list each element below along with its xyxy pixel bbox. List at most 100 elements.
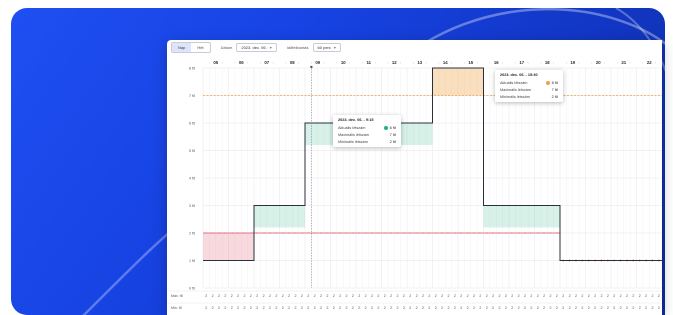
footer-min-value: 2 [518,306,520,310]
view-toggle: Nap Hét [171,42,211,53]
min-series-point [530,231,533,234]
actual-fill [279,205,305,228]
footer-min-value: 2 [588,306,590,310]
min-series-point [332,231,335,234]
tooltip-row-min: Minimális létszám 2 fő [500,95,558,99]
min-series-point [409,231,412,234]
footer-max-value: 2 [205,294,207,298]
min-series-point [485,231,488,234]
deco-arc-bottom [82,222,182,315]
footer-min-value: 2 [294,306,296,310]
y-tick-label: 6 fő [189,122,195,126]
hour-tick-label: 17 [519,60,524,65]
min-series-point [281,231,284,234]
min-series-point [243,231,246,234]
footer-max-value: 2 [396,294,398,298]
footer-min-value: 2 [581,306,583,310]
footer-max-value: 2 [588,294,590,298]
min-series-point [262,231,265,234]
hour-tick-label: 21 [621,60,626,65]
footer-max-value: 2 [422,294,424,298]
tooltip-label: Maximális létszám [500,88,532,92]
footer-max-value: 2 [358,294,360,298]
footer-min-value: 2 [250,306,252,310]
footer-max-value: 2 [467,294,469,298]
min-series-point [237,231,240,234]
view-week-tab[interactable]: Hét [191,43,209,52]
tooltip-value: 2 fő [551,95,558,99]
footer-max-value: 2 [224,294,226,298]
footer-max-value: 2 [556,294,558,298]
footer-max-value: 2 [569,294,571,298]
chevron-down-icon: ▾ [333,45,336,50]
footer-min-value: 2 [218,306,220,310]
footer-max-value: 2 [384,294,386,298]
resolution-dropdown[interactable]: 60 perc ▾ [312,43,341,52]
actual-fill [483,205,509,228]
min-series-point [511,231,514,234]
footer-max-value: 2 [626,294,628,298]
y-tick-label: 5 fő [189,149,195,153]
view-day-tab[interactable]: Nap [172,43,192,52]
footer-max-value: 2 [403,294,405,298]
footer-min-value: 2 [658,306,660,310]
footer-max-value: 2 [530,294,532,298]
min-series-point [345,231,348,234]
scheduling-app-window: Nap Hét Dátum 2023. dec. 06. ▾ Időfelbon… [167,40,662,315]
min-series-point [288,231,291,234]
min-series-point [390,231,393,234]
tooltip-value: 2 fő [389,140,396,144]
min-series-point [224,231,227,234]
footer-max-value: 2 [231,294,233,298]
footer-max-value: 2 [365,294,367,298]
footer-min-value: 2 [288,306,290,310]
footer-min-value: 2 [530,306,532,310]
tooltip-row-actual: Aktuális létszám 8 fő [500,81,558,85]
hour-tick-label: 09 [315,60,320,65]
footer-min-value: 2 [365,306,367,310]
footer-max-value: 2 [651,294,653,298]
over-max-fill [458,68,484,96]
footer-min-value: 2 [422,306,424,310]
footer-max-value: 2 [314,294,316,298]
footer-max-value: 2 [269,294,271,298]
footer-min-value: 2 [492,306,494,310]
y-tick-label: 8 fő [189,67,195,71]
tooltip-15-30: 2023. dec. 06. - 15:30 Aktuális létszám … [495,70,563,102]
hour-tick-label: 05 [213,60,218,65]
footer-min-value: 2 [600,306,602,310]
min-series-point [536,231,539,234]
min-series-point [351,231,354,234]
date-dropdown[interactable]: 2023. dec. 06. ▾ [236,43,277,52]
footer-min-value: 2 [467,306,469,310]
tooltip-title: 2023. dec. 06. - 9:15 [338,118,374,122]
footer-max-value: 2 [594,294,596,298]
y-tick-label: 3 fő [189,204,195,208]
footer-max-value: 2 [282,294,284,298]
footer-max-value: 2 [645,294,647,298]
footer-min-value: 2 [256,306,258,310]
tooltip-value: 8 fő [551,81,558,85]
min-series-point [504,231,507,234]
min-series-point [479,231,482,234]
footer-min-value: 2 [307,306,309,310]
min-series-point [383,231,386,234]
tooltip-9-15: 2023. dec. 06. - 9:15 Aktuális létszám 6… [333,115,401,147]
resolution-label: Időfelbontás [286,45,309,50]
footer-min-value: 2 [632,306,634,310]
footer-min-value: 2 [556,306,558,310]
staffing-chart[interactable]: 05 06 07 08 09 10 11 12 13 14 15 16 17 18 19 20 21 220 fő… [167,55,662,315]
footer-max-value: 2 [581,294,583,298]
footer-min-value: 2 [441,306,443,310]
tooltip-value: 6 fő [389,126,396,130]
y-tick-label: 2 fő [189,232,195,236]
footer-max-value: 2 [307,294,309,298]
min-series-point [549,231,552,234]
footer-min-value: 2 [403,306,405,310]
hour-tick-label: 13 [417,60,422,65]
footer-min-value: 2 [537,306,539,310]
footer-min-value: 2 [396,306,398,310]
hour-tick-label: 07 [264,60,269,65]
tooltip-label: Aktuális létszám [500,81,528,85]
footer-max-value: 2 [377,294,379,298]
